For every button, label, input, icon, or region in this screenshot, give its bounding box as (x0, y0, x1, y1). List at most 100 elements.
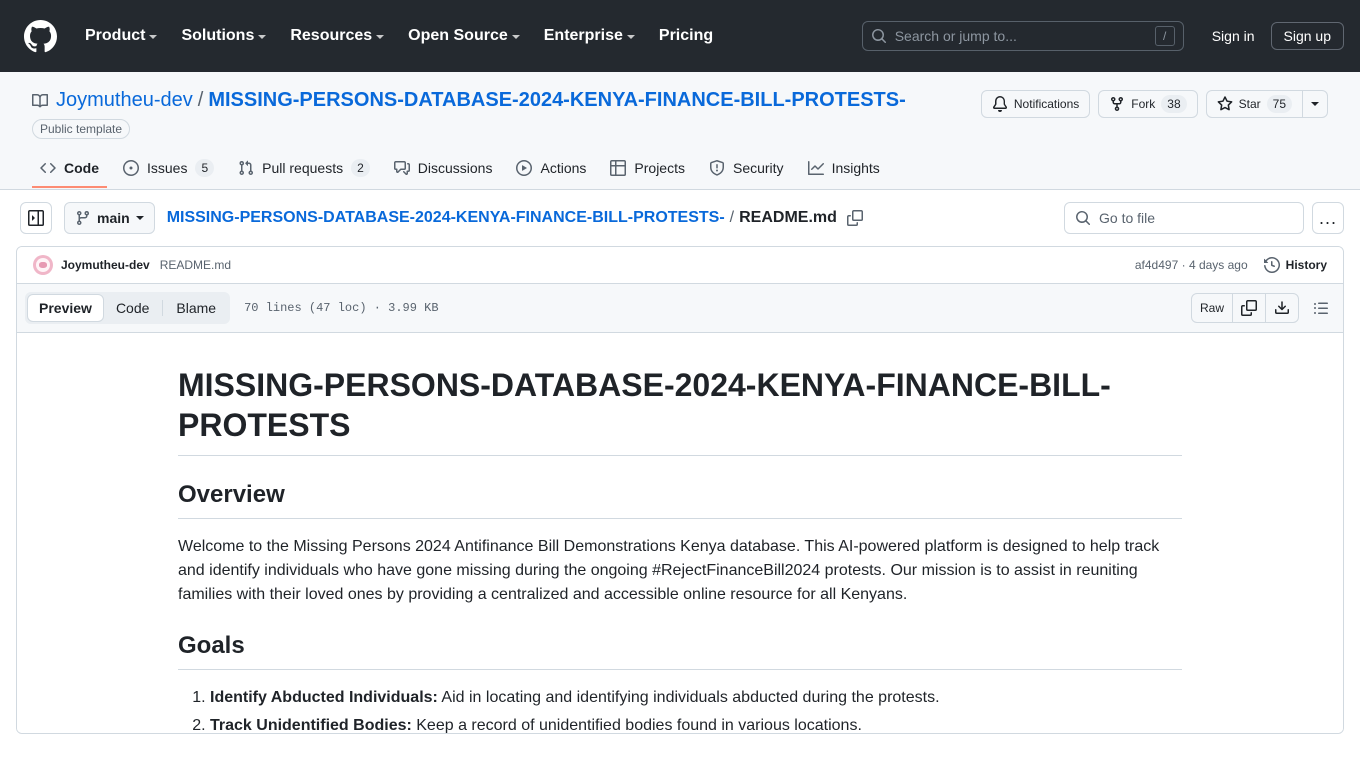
commit-meta-dot: · (1181, 258, 1186, 272)
kebab-horizontal-icon[interactable]: ... (1312, 202, 1344, 234)
fork-icon (1111, 97, 1124, 112)
sign-up-button[interactable]: Sign up (1270, 22, 1344, 50)
commit-message-link[interactable]: README.md (160, 258, 231, 272)
notifications-button[interactable]: Notifications (980, 90, 1091, 118)
tab-insights[interactable]: Insights (800, 152, 888, 188)
nav-enterprise-label: Enterprise (543, 27, 623, 44)
repo-owner-link[interactable]: Joymutheu-dev (56, 88, 193, 113)
sign-in-button[interactable]: Sign in (1200, 22, 1267, 50)
readme-overview-paragraph: Welcome to the Missing Persons 2024 Anti… (178, 538, 1160, 603)
fork-label: Fork (1131, 97, 1156, 111)
go-to-file-input[interactable]: Go to file (1064, 202, 1304, 234)
segment-divider (162, 300, 164, 316)
file-nav-right: Go to file ... (1064, 202, 1344, 234)
view-preview-button[interactable]: Preview (27, 294, 104, 322)
shield-icon (709, 160, 724, 176)
readme-goals-list: Identify Abducted Individuals: Aid in lo… (178, 686, 1182, 733)
tab-discussions-label: Discussions (417, 160, 493, 176)
global-nav: Product Solutions Resources Open Source … (73, 19, 725, 53)
breadcrumb-repo-link[interactable]: MISSING-PERSONS-DATABASE-2024-KENYA-FINA… (167, 209, 725, 227)
comment-discussion-icon (393, 161, 410, 175)
tab-projects[interactable]: Projects (602, 152, 693, 188)
go-to-file-placeholder: Go to file (1099, 210, 1156, 226)
breadcrumb-separator: / (729, 209, 735, 226)
triangle-down-icon (1311, 102, 1319, 106)
commit-relative-time: 4 days ago (1188, 258, 1248, 272)
tab-pull-requests-count: 2 (351, 159, 370, 177)
fork-count: 38 (1161, 95, 1187, 113)
goal-term: Track Unidentified Bodies: (210, 717, 412, 733)
tab-issues-count: 5 (195, 159, 215, 177)
tab-code[interactable]: Code (32, 152, 107, 188)
repository-title: Joymutheu-dev / MISSING-PERSONS-DATABASE… (32, 88, 906, 113)
chevron-down-icon (376, 35, 385, 39)
tab-issues[interactable]: Issues 5 (115, 151, 222, 189)
file-toolbar-right: Raw (1190, 293, 1335, 323)
nav-pricing-label: Pricing (658, 27, 714, 44)
nav-resources-label: Resources (290, 27, 373, 44)
git-pull-request-icon (239, 160, 254, 176)
nav-open-source[interactable]: Open Source (396, 19, 532, 53)
commit-author-link[interactable]: Joymutheu-dev (61, 258, 150, 272)
search-input[interactable]: Search or jump to... / (861, 21, 1184, 51)
tab-actions-label: Actions (540, 160, 587, 176)
github-mark-icon[interactable] (24, 19, 57, 53)
breadcrumb-file-name: README.md (739, 209, 837, 226)
star-dropdown-button[interactable] (1303, 90, 1328, 118)
repository-header: Joymutheu-dev / MISSING-PERSONS-DATABASE… (0, 72, 1360, 190)
copy-icon[interactable] (1232, 294, 1265, 322)
tab-code-label: Code (64, 160, 99, 176)
nav-product[interactable]: Product (73, 19, 169, 53)
table-icon (610, 160, 627, 176)
file-path-breadcrumb: MISSING-PERSONS-DATABASE-2024-KENYA-FINA… (167, 209, 863, 227)
nav-pricing[interactable]: Pricing (647, 19, 725, 53)
code-icon (40, 162, 56, 174)
tab-security[interactable]: Security (701, 152, 792, 188)
tab-pull-requests[interactable]: Pull requests 2 (230, 151, 378, 189)
history-label: History (1285, 258, 1327, 272)
file-content-box: Joymutheu-dev README.md af4d497 · 4 days… (16, 246, 1344, 734)
star-button-group: Star 75 (1205, 90, 1328, 118)
goal-description: Aid in locating and identifying individu… (437, 689, 940, 706)
file-navigation-bar: main MISSING-PERSONS-DATABASE-2024-KENYA… (0, 190, 1360, 246)
star-count: 75 (1266, 95, 1292, 113)
raw-button[interactable]: Raw (1192, 294, 1232, 322)
tab-discussions[interactable]: Discussions (386, 152, 501, 188)
star-button[interactable]: Star 75 (1205, 90, 1303, 118)
star-icon (1217, 96, 1233, 111)
commit-sha-link[interactable]: af4d497 (1135, 258, 1178, 272)
sidebar-expand-icon[interactable] (20, 202, 52, 234)
file-view-toolbar: Preview Code Blame 70 lines (47 loc) · 3… (17, 284, 1343, 333)
tab-actions[interactable]: Actions (508, 152, 594, 188)
search-shortcut-key: / (1154, 26, 1175, 46)
copy-path-icon[interactable] (846, 210, 863, 226)
repo-name-link[interactable]: MISSING-PERSONS-DATABASE-2024-KENYA-FINA… (208, 88, 905, 113)
branch-selector-button[interactable]: main (64, 202, 155, 234)
list-unordered-icon[interactable] (1307, 294, 1335, 322)
view-code-button[interactable]: Code (104, 294, 161, 322)
tab-insights-label: Insights (831, 160, 880, 176)
nav-enterprise[interactable]: Enterprise (532, 19, 647, 53)
download-icon[interactable] (1265, 294, 1298, 322)
readme-rendered-content: MISSING-PERSONS-DATABASE-2024-KENYA-FINA… (17, 333, 1343, 733)
tab-projects-label: Projects (634, 160, 685, 176)
chevron-down-icon (258, 35, 267, 39)
git-branch-icon (76, 211, 89, 226)
bell-icon (992, 96, 1007, 112)
repository-actions: Notifications Fork 38 Star 75 (980, 88, 1328, 118)
readme-goals-heading: Goals (178, 631, 1182, 670)
latest-commit-bar: Joymutheu-dev README.md af4d497 · 4 days… (17, 247, 1343, 284)
nav-open-source-label: Open Source (408, 27, 508, 44)
view-blame-button[interactable]: Blame (164, 294, 228, 322)
notifications-label: Notifications (1013, 97, 1080, 111)
repo-visibility-badge: Public template (32, 119, 131, 139)
search-placeholder: Search or jump to... (894, 28, 1017, 44)
commit-history-link[interactable]: History (1263, 257, 1327, 273)
goal-description: Keep a record of unidentified bodies fou… (411, 717, 862, 733)
play-icon (516, 160, 533, 176)
nav-solutions[interactable]: Solutions (169, 19, 278, 53)
branch-name: main (97, 210, 130, 226)
nav-resources[interactable]: Resources (278, 19, 396, 53)
fork-button[interactable]: Fork 38 (1098, 90, 1198, 118)
avatar[interactable] (33, 255, 53, 275)
